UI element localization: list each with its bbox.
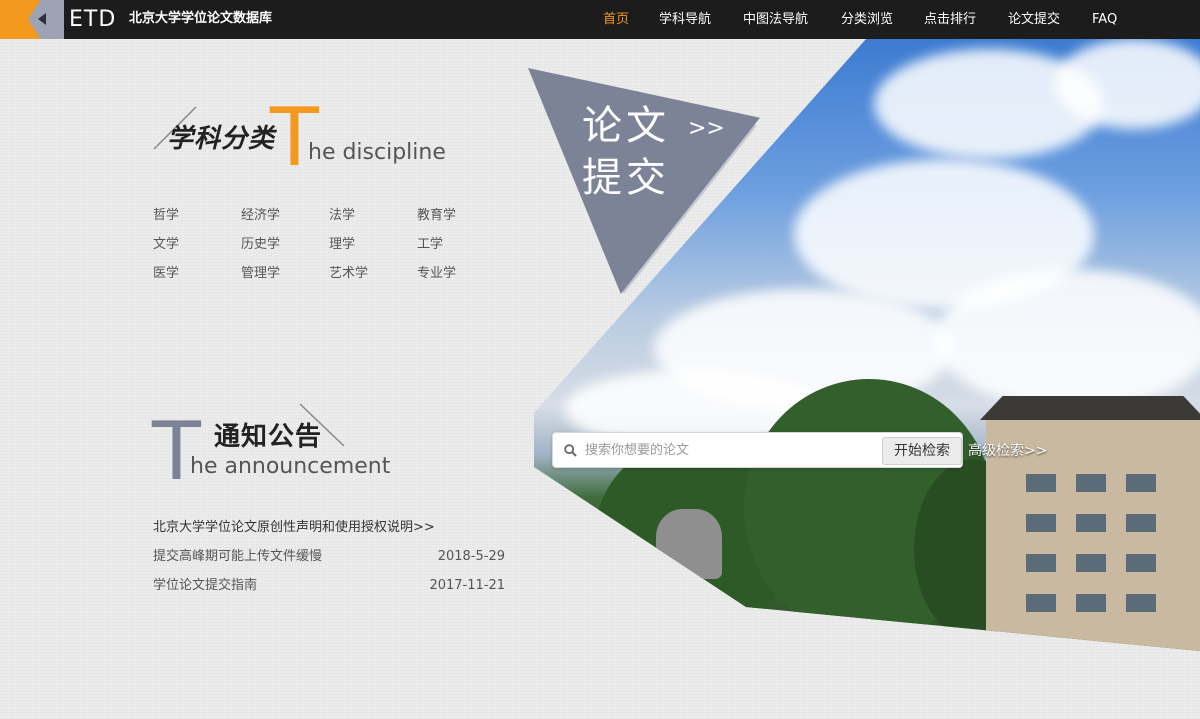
nav-clc[interactable]: 中图法导航 (743, 11, 808, 28)
discipline-item[interactable]: 经济学 (241, 206, 280, 226)
main-nav: 首页 学科导航 中图法导航 分类浏览 点击排行 论文提交 FAQ (0, 0, 1200, 39)
discipline-item[interactable]: 历史学 (241, 235, 280, 255)
notice-item[interactable]: 提交高峰期可能上传文件缓慢 2018-5-29 (153, 547, 505, 567)
announcement-title-cn: 通知公告 (214, 422, 323, 452)
discipline-title-en: he discipline (308, 140, 446, 165)
nav-submit[interactable]: 论文提交 (1008, 11, 1060, 28)
announcement-big-letter: T (152, 405, 201, 498)
discipline-big-letter: T (270, 91, 319, 184)
discipline-item[interactable]: 法学 (329, 206, 355, 226)
discipline-item[interactable]: 文学 (153, 235, 179, 255)
nav-home[interactable]: 首页 (603, 11, 629, 28)
notice-item[interactable]: 学位论文提交指南 2017-11-21 (153, 576, 505, 596)
nav-faq[interactable]: FAQ (1092, 11, 1117, 28)
submit-banner-arrow: >> (688, 116, 725, 141)
discipline-item[interactable]: 工学 (417, 235, 443, 255)
submit-banner-text[interactable]: 论文 提交 (582, 100, 670, 204)
notice-date: 2018-5-29 (437, 549, 505, 564)
search-input[interactable] (585, 439, 875, 461)
notice-title[interactable]: 北京大学学位论文原创性声明和使用授权说明>> (153, 520, 435, 535)
discipline-title-cn: 学科分类 (167, 124, 276, 154)
submit-banner-line2: 提交 (582, 155, 670, 201)
discipline-item[interactable]: 理学 (329, 235, 355, 255)
nav-browse[interactable]: 分类浏览 (841, 11, 893, 28)
stone-lion (656, 509, 722, 579)
discipline-item[interactable]: 艺术学 (329, 264, 368, 284)
discipline-item[interactable]: 管理学 (241, 264, 280, 284)
search-button[interactable]: 开始检索 (882, 437, 962, 465)
top-bar: ETD 北京大学学位论文数据库 首页 学科导航 中图法导航 分类浏览 点击排行 … (0, 0, 1200, 39)
nav-ranking[interactable]: 点击排行 (924, 11, 976, 28)
notice-item[interactable]: 北京大学学位论文原创性声明和使用授权说明>> (153, 518, 505, 538)
discipline-item[interactable]: 专业学 (417, 264, 456, 284)
notice-date: 2017-11-21 (429, 578, 505, 593)
search-icon (564, 444, 577, 457)
announcement-title-en: he announcement (190, 454, 391, 479)
notice-title[interactable]: 学位论文提交指南 (153, 578, 257, 593)
search-box: 开始检索 (552, 432, 963, 468)
nav-subject[interactable]: 学科导航 (659, 11, 711, 28)
discipline-item[interactable]: 教育学 (417, 206, 456, 226)
notice-title[interactable]: 提交高峰期可能上传文件缓慢 (153, 549, 322, 564)
advanced-search-link[interactable]: 高级检索>> (968, 441, 1047, 461)
discipline-item[interactable]: 哲学 (153, 206, 179, 226)
discipline-item[interactable]: 医学 (153, 264, 179, 284)
submit-banner-line1: 论文 (582, 103, 670, 149)
